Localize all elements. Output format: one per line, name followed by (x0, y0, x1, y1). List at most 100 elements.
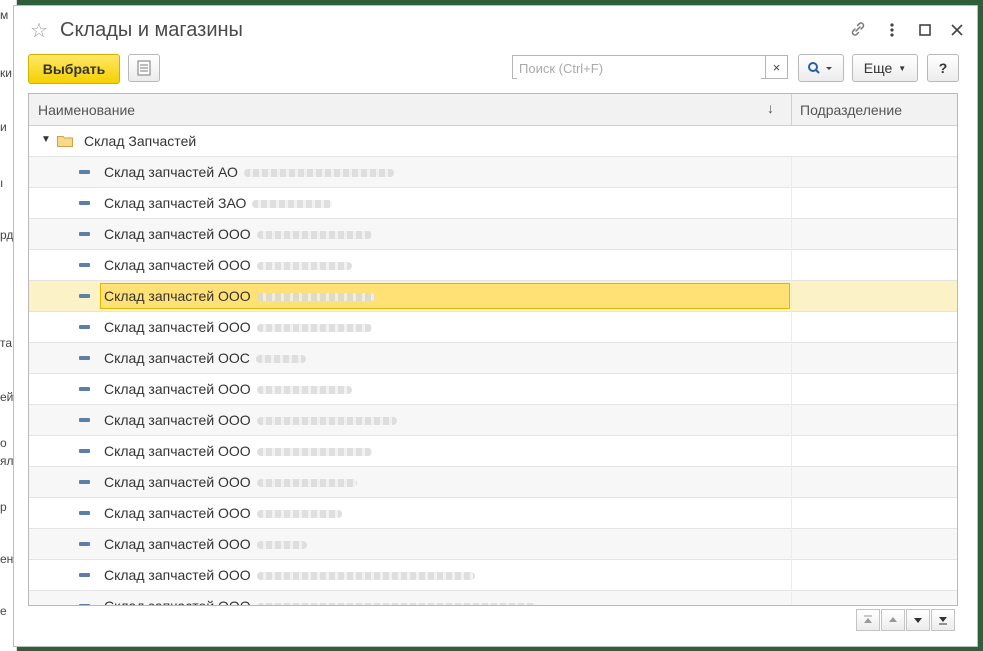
scroll-down-button[interactable] (906, 609, 930, 631)
group-row[interactable]: ▼ Склад Запчастей (29, 126, 957, 157)
table-row[interactable]: Склад запчастей ООО (29, 498, 957, 529)
redacted-text (257, 262, 352, 270)
department-cell (791, 374, 792, 405)
table-row[interactable]: Склад запчастей ЗАО (29, 188, 957, 219)
item-element-icon (79, 573, 90, 577)
scroll-last-button[interactable] (931, 609, 955, 631)
warehouse-table: Наименование ↓ Подразделение ▼ Склад Зап… (28, 93, 958, 606)
column-header-department[interactable]: Подразделение (800, 102, 902, 118)
redacted-text (257, 541, 307, 549)
department-cell (791, 157, 792, 188)
first-page-icon (864, 615, 872, 623)
arrow-up-icon (889, 617, 897, 622)
help-button[interactable]: ? (927, 54, 959, 82)
table-row[interactable]: Склад запчастей ООО (29, 405, 957, 436)
background-text-fragment: р (0, 500, 7, 514)
more-menu-button[interactable]: Еще ▼ (852, 54, 918, 82)
background-text-fragment: ял (0, 454, 14, 468)
background-text-fragment: ей (0, 390, 14, 404)
redacted-text (257, 386, 352, 394)
search-icon (808, 62, 832, 74)
table-row[interactable]: Склад запчастей ООС (29, 343, 957, 374)
column-header-name[interactable]: Наименование (38, 102, 135, 118)
warehouse-name: Склад запчастей ООО (104, 381, 251, 397)
table-row[interactable]: Склад запчастей ООО (29, 312, 957, 343)
search-field (512, 55, 766, 79)
arrow-down-icon (914, 618, 922, 623)
search-button[interactable] (798, 54, 844, 82)
item-element-icon (79, 418, 90, 422)
folder-icon (57, 134, 73, 147)
warehouse-name: Склад запчастей ООС (104, 350, 250, 366)
item-element-icon (79, 263, 90, 267)
table-row[interactable]: Склад запчастей ООО (29, 374, 957, 405)
background-text-fragment: м (0, 8, 9, 22)
link-icon[interactable] (848, 20, 868, 40)
item-element-icon (79, 511, 90, 515)
item-element-icon (79, 480, 90, 484)
group-label: Склад Запчастей (84, 133, 197, 149)
item-element-icon (79, 325, 90, 329)
table-row[interactable]: Склад запчастей АО (29, 157, 957, 188)
scroll-first-button[interactable] (856, 609, 880, 631)
list-view-button[interactable] (128, 54, 160, 82)
more-vertical-icon[interactable] (882, 20, 902, 40)
close-icon[interactable] (947, 20, 967, 40)
redacted-text (257, 231, 372, 239)
warehouse-name: Склад запчастей ООО (104, 443, 251, 459)
warehouse-name: Склад запчастей ЗАО (104, 195, 247, 211)
collapse-triangle-icon[interactable]: ▼ (41, 134, 51, 145)
sort-descending-icon[interactable]: ↓ (767, 100, 774, 116)
redacted-text (257, 324, 372, 332)
table-row[interactable]: Склад запчастей ООО (29, 250, 957, 281)
column-divider[interactable] (791, 94, 792, 125)
item-element-icon (79, 356, 90, 360)
background-text-fragment: ен (0, 552, 14, 566)
search-input[interactable] (517, 57, 761, 79)
favorite-star-icon[interactable]: ☆ (30, 18, 48, 43)
redacted-text (257, 572, 475, 580)
item-element-icon (79, 542, 90, 546)
item-element-icon (79, 201, 90, 205)
item-element-icon (79, 170, 90, 174)
warehouse-name: Склад запчастей ООО (104, 474, 251, 490)
department-cell (791, 529, 792, 560)
select-button[interactable]: Выбрать (28, 54, 120, 84)
department-cell (791, 405, 792, 436)
dialog-window: ☆ Склады и магазины Выбрать × Еще ▼ (14, 6, 977, 646)
more-menu-label: Еще (863, 60, 893, 76)
item-element-icon (79, 294, 90, 298)
department-cell (791, 436, 792, 467)
department-cell (791, 250, 792, 281)
search-clear-button[interactable]: × (766, 55, 788, 79)
item-element-icon (79, 387, 90, 391)
last-page-icon (939, 617, 947, 625)
department-cell (791, 343, 792, 374)
table-body: ▼ Склад Запчастей Склад запчастей АО Скла… (29, 126, 957, 606)
department-cell (791, 560, 792, 591)
table-row[interactable]: Склад запчастей ООО (29, 281, 957, 312)
table-row[interactable]: Склад запчастей ООО (29, 591, 957, 606)
department-cell (791, 312, 792, 343)
table-row[interactable]: Склад запчастей ООО (29, 436, 957, 467)
warehouse-name: Склад запчастей ООО (104, 288, 251, 304)
background-text-fragment: та (0, 336, 13, 350)
item-element-icon (79, 604, 90, 605)
maximize-icon[interactable] (915, 20, 935, 40)
table-row[interactable]: Склад запчастей ООО (29, 529, 957, 560)
department-cell (791, 498, 792, 529)
list-icon (137, 60, 151, 76)
department-cell (791, 219, 792, 250)
warehouse-name: Склад запчастей ООО (104, 567, 251, 583)
redacted-text (257, 417, 397, 425)
item-element-icon (79, 232, 90, 236)
department-cell (791, 591, 792, 605)
warehouse-name: Склад запчастей ООО (104, 598, 251, 606)
table-row[interactable]: Склад запчастей ООО (29, 219, 957, 250)
redacted-text (256, 355, 306, 363)
table-row[interactable]: Склад запчастей ООО (29, 560, 957, 591)
warehouse-name: Склад запчастей ООО (104, 257, 251, 273)
table-row[interactable]: Склад запчастей ООО (29, 467, 957, 498)
scroll-up-button[interactable] (881, 609, 905, 631)
redacted-text (257, 448, 372, 456)
